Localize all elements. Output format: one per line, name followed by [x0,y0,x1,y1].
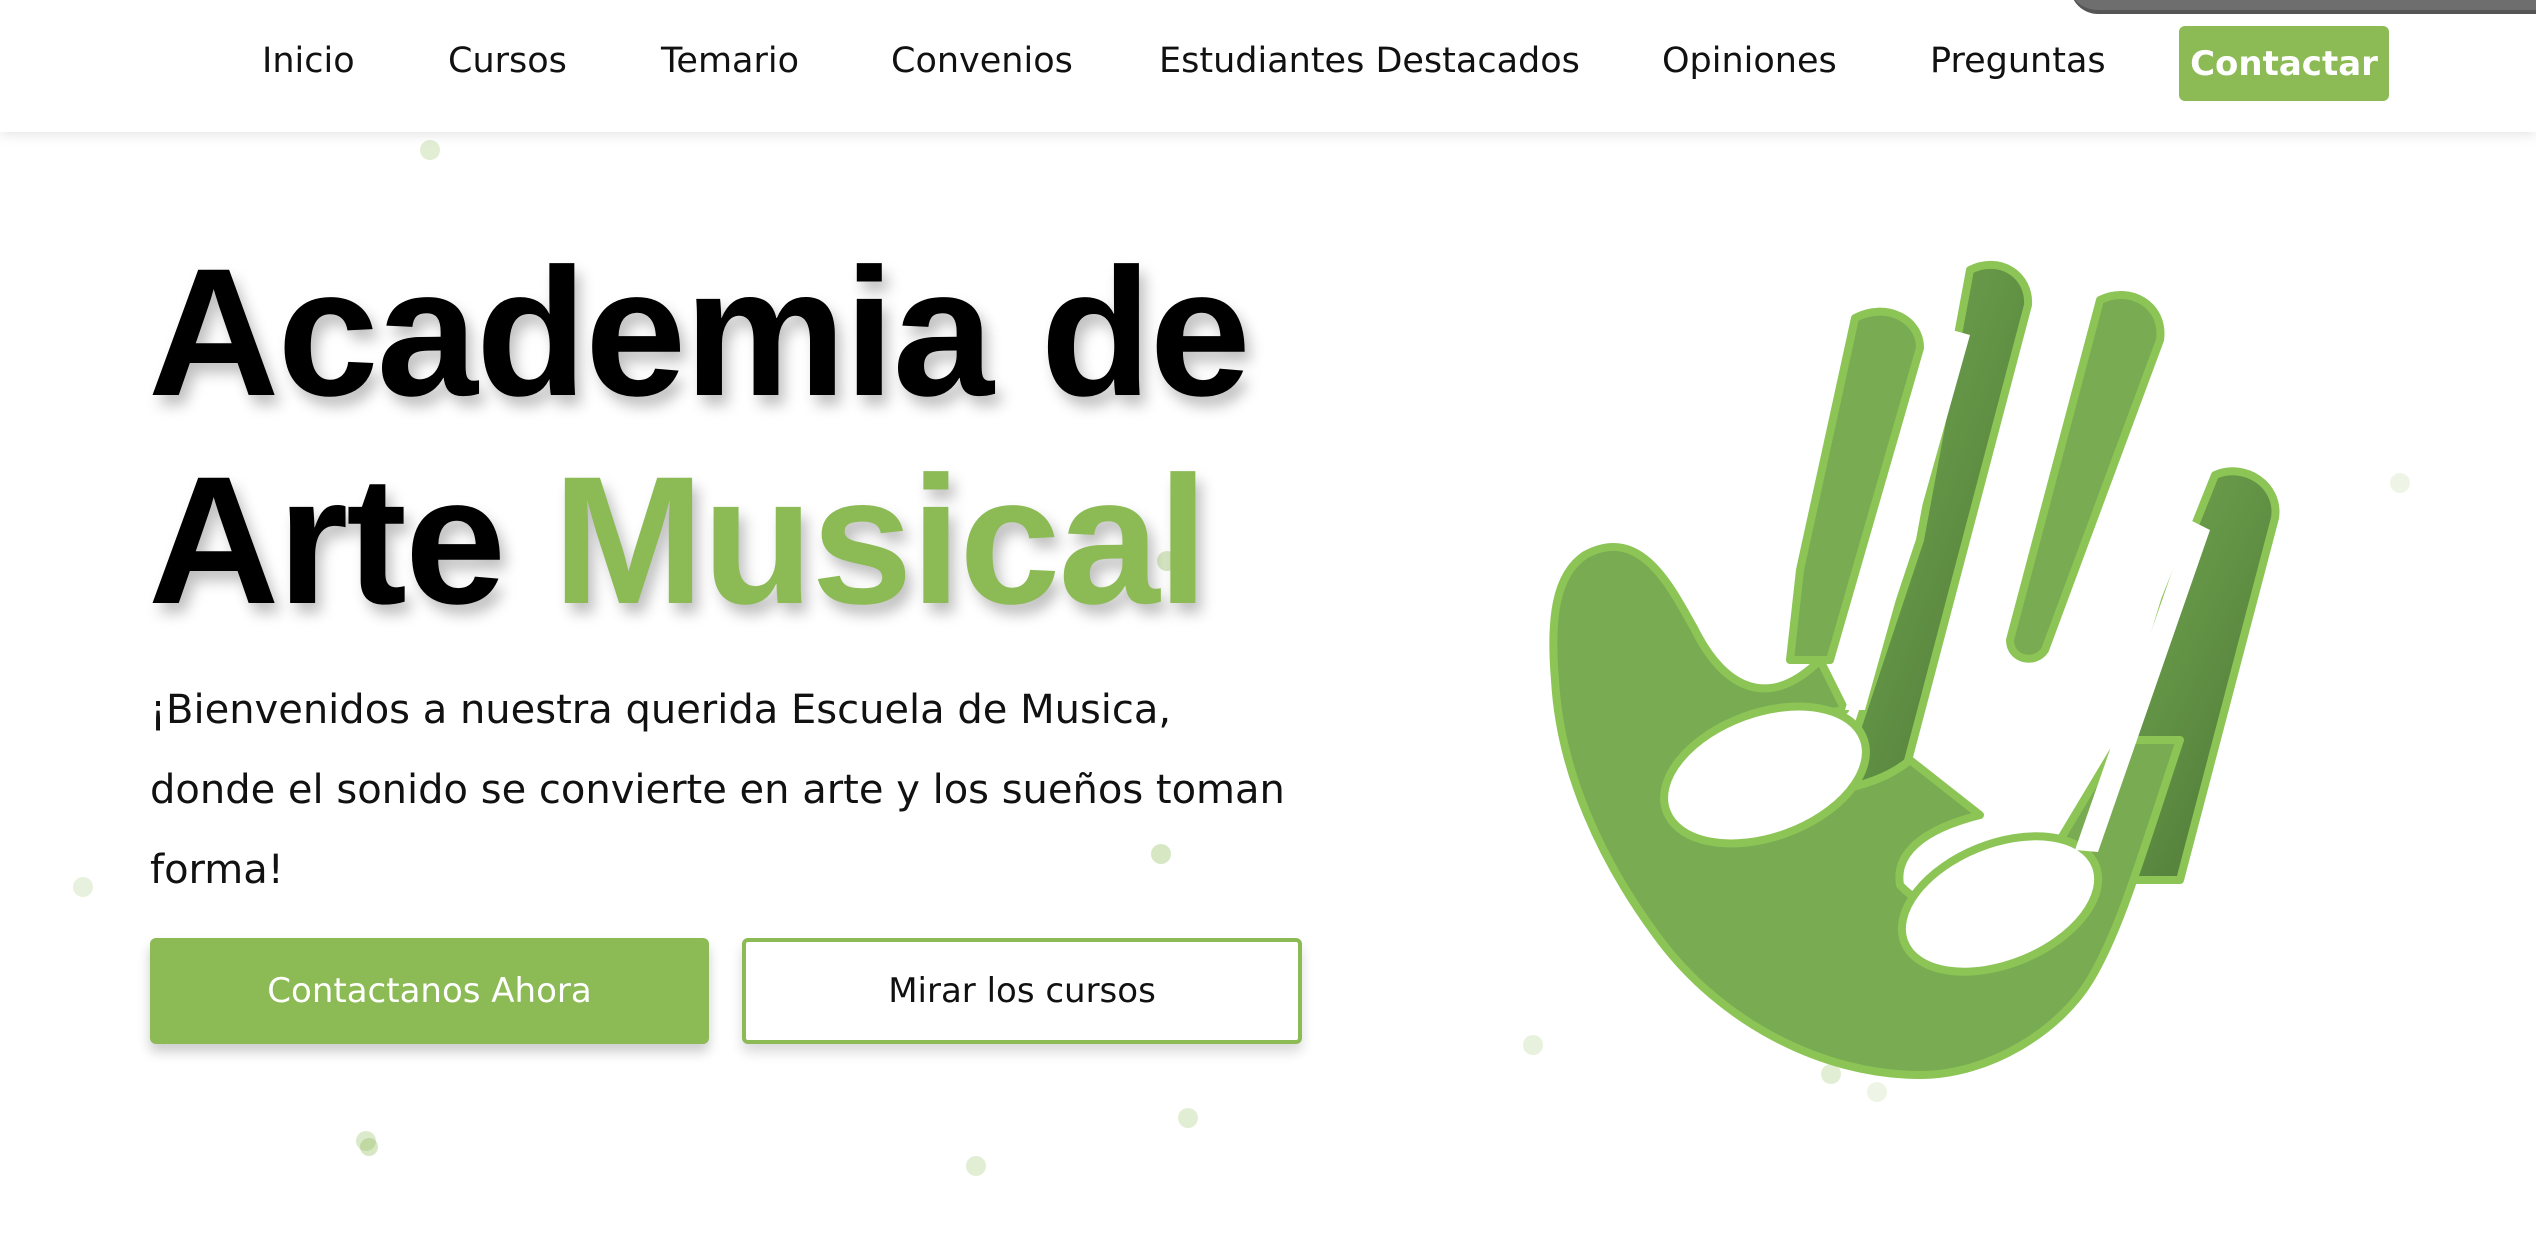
nav-item-inicio[interactable]: Inicio [262,34,355,88]
nav-item-preguntas[interactable]: Preguntas [1930,34,2106,88]
contactar-button[interactable]: Contactar [2179,26,2389,101]
contactanos-ahora-button[interactable]: Contactanos Ahora [150,938,709,1044]
main-nav: Inicio Cursos Temario Convenios Estudian… [0,0,2536,132]
hero-title-accent: Musical [552,438,1209,642]
nav-item-convenios[interactable]: Convenios [891,34,1073,88]
hero-title-line1: Academia de [148,230,1251,434]
nav-item-cursos[interactable]: Cursos [448,34,567,88]
mirar-cursos-button[interactable]: Mirar los cursos [742,938,1302,1044]
hero-title: Academia de Arte Musical [148,228,1251,644]
top-navbar: Inicio Cursos Temario Convenios Estudian… [0,0,2536,132]
nav-item-estudiantes-destacados[interactable]: Estudiantes Destacados [1159,34,1580,88]
nav-item-temario[interactable]: Temario [661,34,799,88]
nav-item-opiniones[interactable]: Opiniones [1662,34,1837,88]
hand-with-music-notes-icon [1549,261,2280,1079]
hero-title-line2-word: Arte [148,438,506,642]
hero-subtitle: ¡Bienvenidos a nuestra querida Escuela d… [150,687,1285,893]
browser-overlay-bar [2070,0,2536,14]
